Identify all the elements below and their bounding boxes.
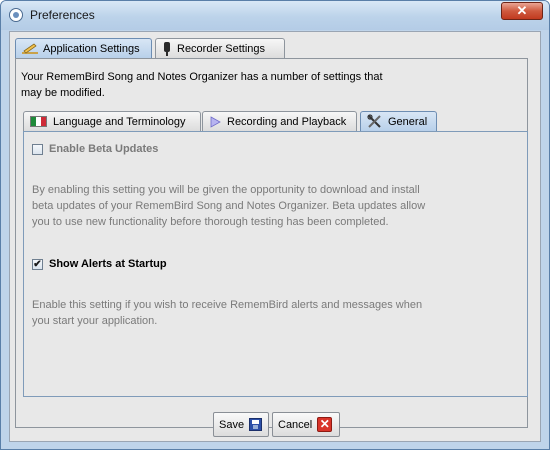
- title-bar[interactable]: Preferences ✕: [1, 1, 549, 30]
- pen-icon: [22, 43, 38, 54]
- tab-label: Application Settings: [43, 42, 140, 55]
- italy-flag-icon: [30, 116, 47, 127]
- save-button[interactable]: Save: [213, 412, 269, 437]
- tab-label: Language and Terminology: [53, 115, 186, 128]
- beta-updates-help: By enabling this setting you will be giv…: [32, 184, 426, 228]
- tab-general[interactable]: General: [360, 111, 437, 131]
- window-title: Preferences: [30, 8, 95, 22]
- play-icon: [210, 115, 221, 128]
- microphone-icon: [164, 41, 170, 56]
- show-alerts-label: Show Alerts at Startup: [49, 258, 167, 270]
- tab-application-settings[interactable]: Application Settings: [15, 38, 152, 58]
- show-alerts-row[interactable]: ✔ Show Alerts at Startup: [32, 258, 167, 270]
- cancel-button[interactable]: Cancel ✕: [272, 412, 340, 437]
- floppy-disk-icon: [249, 418, 263, 431]
- tab-label: Recorder Settings: [177, 42, 266, 55]
- tab-label: General: [388, 115, 428, 128]
- cancel-x-icon: ✕: [317, 417, 333, 432]
- enable-beta-updates-row[interactable]: Enable Beta Updates: [32, 143, 158, 155]
- tools-icon: [367, 114, 381, 128]
- enable-beta-updates-checkbox[interactable]: [32, 143, 43, 155]
- save-button-label: Save: [219, 418, 245, 431]
- preferences-window: Preferences ✕ Application Settings Recor…: [0, 0, 550, 450]
- tab-recording-playback[interactable]: Recording and Playback: [202, 111, 357, 131]
- dialog-body: Application Settings Recorder Settings Y…: [9, 31, 541, 442]
- app-icon: [9, 8, 23, 22]
- general-settings-panel: Enable Beta Updates By enabling this set…: [23, 131, 528, 397]
- close-button[interactable]: ✕: [501, 2, 543, 20]
- settings-description: Your RememBird Song and Notes Organizer …: [21, 71, 383, 99]
- tab-label: Recording and Playback: [227, 115, 347, 128]
- cancel-button-label: Cancel: [278, 418, 313, 431]
- enable-beta-updates-label: Enable Beta Updates: [49, 143, 159, 155]
- tab-language-terminology[interactable]: Language and Terminology: [23, 111, 201, 131]
- tab-recorder-settings[interactable]: Recorder Settings: [155, 38, 285, 58]
- show-alerts-checkbox[interactable]: ✔: [32, 258, 43, 270]
- show-alerts-help: Enable this setting if you wish to recei…: [32, 299, 423, 327]
